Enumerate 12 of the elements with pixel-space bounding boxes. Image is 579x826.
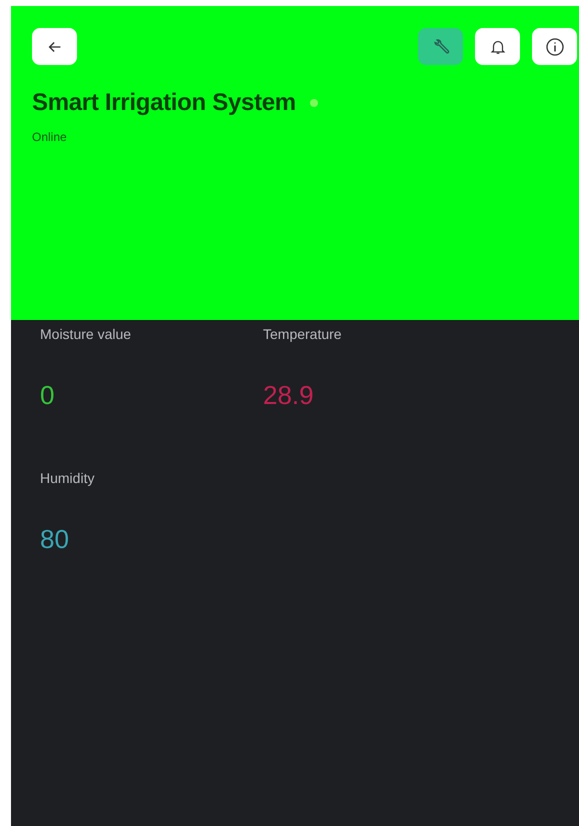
widget-value: 80	[40, 524, 70, 555]
info-icon	[544, 36, 564, 56]
widget-value: 0	[40, 380, 56, 411]
device-status: Online	[32, 130, 68, 144]
wrench-button[interactable]	[418, 28, 463, 65]
widget-value: 28.9	[263, 380, 315, 411]
info-button[interactable]	[532, 28, 577, 65]
device-title: Smart Irrigation System	[32, 89, 296, 117]
widget-label: Moisture value	[40, 326, 132, 342]
bell-button[interactable]	[475, 28, 520, 65]
widget-label: Temperature	[263, 326, 343, 342]
widget-label: Humidity	[40, 470, 96, 486]
